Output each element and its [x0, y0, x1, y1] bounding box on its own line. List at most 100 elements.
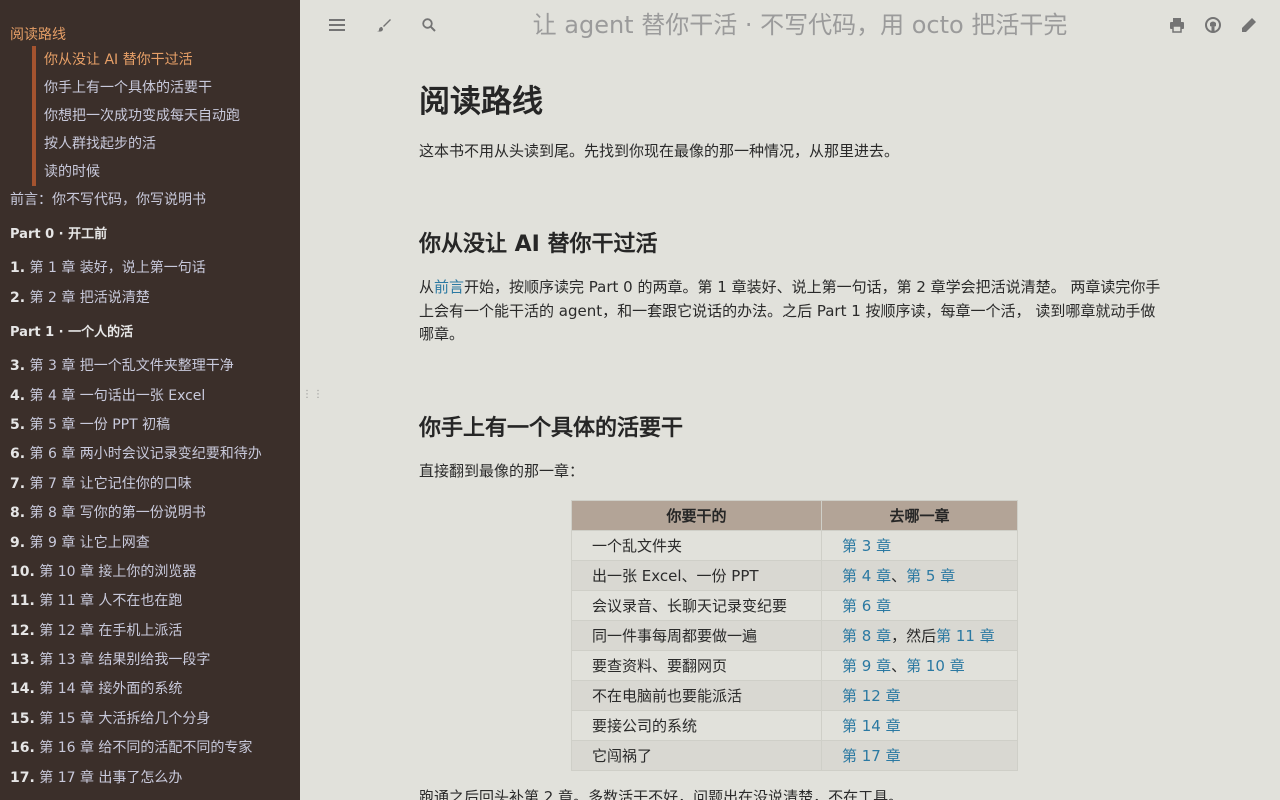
menu-icon[interactable] [324, 12, 350, 38]
sidebar-subitem[interactable]: 按人群找起步的活 [44, 130, 300, 158]
print-icon[interactable] [1164, 12, 1190, 38]
table-cell-chapter: 第 8 章，然后第 11 章 [821, 620, 1018, 651]
sidebar-item-chapter[interactable]: 1. 第 1 章 装好，说上第一句话 [10, 254, 300, 283]
chapter-title: 第 15 章 大活拆给几个分身 [39, 710, 211, 727]
chapter-link[interactable]: 第 6 章 [842, 597, 891, 615]
table-body: 一个乱文件夹第 3 章出一张 Excel、一份 PPT 第 4 章、第 5 章会议… [571, 530, 1018, 771]
chapter-title: 第 11 章 人不在也在跑 [39, 593, 183, 610]
chapter-link[interactable]: 第 12 章 [842, 687, 901, 705]
chapter-link[interactable]: 第 5 章 [906, 567, 955, 585]
sidebar-item-chapter[interactable]: 13. 第 13 章 结果别给我一段字 [10, 646, 300, 675]
chapter-title: 第 7 章 让它记住你的口味 [29, 475, 192, 492]
sidebar-item-chapter[interactable]: 4. 第 4 章 一句话出一张 Excel [10, 382, 300, 411]
sidebar-item-chapter[interactable]: 11. 第 11 章 人不在也在跑 [10, 587, 300, 616]
sidebar-item-chapter[interactable]: 12. 第 12 章 在手机上派活 [10, 617, 300, 646]
sidebar-item-chapter[interactable]: 9. 第 9 章 让它上网查 [10, 529, 300, 558]
chapter-title: 第 6 章 两小时会议记录变纪要和待办 [29, 446, 262, 463]
chapter-number: 4. [10, 387, 26, 404]
paintbrush-icon[interactable] [371, 12, 397, 38]
table-row: 它闯祸了 第 17 章 [571, 740, 1018, 771]
table-cell-task: 它闯祸了 [571, 740, 822, 771]
table-row: 会议录音、长聊天记录变纪要 第 6 章 [571, 590, 1018, 621]
chapter-title: 第 3 章 把一个乱文件夹整理干净 [29, 358, 234, 375]
section-heading-specific-task: 你手上有一个具体的活要干 [419, 416, 684, 441]
chapter-number: 16. [10, 740, 35, 757]
chapter-title: 第 10 章 接上你的浏览器 [39, 563, 197, 580]
edit-icon[interactable] [1236, 12, 1262, 38]
table-cell-task: 要查资料、要翻网页 [571, 650, 822, 681]
chapter-title: 第 2 章 把活说清楚 [29, 289, 150, 306]
chapter-number: 8. [10, 505, 26, 522]
link-preface[interactable]: 前言 [434, 278, 464, 296]
table-header-row: 你要干的 去哪一章 [571, 500, 1018, 531]
chapter-number: 15. [10, 710, 35, 727]
sidebar-subitem[interactable]: 你想把一次成功变成每天自动跑 [44, 102, 300, 130]
table-cell-chapter: 第 6 章 [821, 590, 1018, 621]
sidebar-item-active[interactable]: 阅读路线 [10, 26, 300, 44]
chapter-link[interactable]: 第 17 章 [842, 747, 901, 765]
chapter-title: 第 14 章 接外面的系统 [39, 681, 183, 698]
sidebar-subitem[interactable]: 你手上有一个具体的活要干 [44, 74, 300, 102]
chapter-number: 12. [10, 622, 35, 639]
table-row: 不在电脑前也要能派活 第 12 章 [571, 680, 1018, 711]
sidebar-item-chapter[interactable]: 7. 第 7 章 让它记住你的口味 [10, 470, 300, 499]
chapter-title: 第 8 章 写你的第一份说明书 [29, 505, 206, 522]
sidebar-item-chapter[interactable]: 6. 第 6 章 两小时会议记录变纪要和待办 [10, 440, 300, 469]
chapter-number: 1. [10, 260, 26, 277]
sidebar-subitem[interactable]: 读的时候 [44, 158, 300, 186]
sidebar-item-chapter[interactable]: 17. 第 17 章 出事了怎么办 [10, 764, 300, 793]
chapter-link[interactable]: 第 8 章 [842, 627, 891, 645]
sidebar-item-chapter[interactable]: 14. 第 14 章 接外面的系统 [10, 675, 300, 704]
table-row: 同一件事每周都要做一遍第 8 章，然后第 11 章 [571, 620, 1018, 651]
table-cell-chapter: 第 9 章、第 10 章 [821, 650, 1018, 681]
chapter-link[interactable]: 第 3 章 [842, 537, 891, 555]
section-paragraph-specific-task: 直接翻到最像的那一章： [419, 462, 585, 480]
sidebar: 阅读路线 你从没让 AI 替你干过活 你手上有一个具体的活要干 你想把一次成功变成每… [0, 0, 300, 800]
table-row: 要接公司的系统 第 14 章 [571, 710, 1018, 741]
sidebar-subitem[interactable]: 你从没让 AI 替你干过活 [44, 46, 300, 74]
sidebar-item-chapter[interactable]: 16. 第 16 章 给不同的活配不同的专家 [10, 734, 300, 763]
chapter-number: 17. [10, 769, 35, 786]
chapter-link[interactable]: 第 14 章 [842, 717, 901, 735]
chapter-number: 5. [10, 416, 26, 433]
link-separator: ，然后 [891, 627, 937, 645]
after-table-paragraph: 跑通之后回头补第 2 章。多数活干不好，问题出在没说清楚，不在工具。 [419, 788, 904, 800]
github-icon[interactable] [1200, 12, 1226, 38]
sidebar-item-chapter[interactable]: 8. 第 8 章 写你的第一份说明书 [10, 499, 300, 528]
table-cell-task: 出一张 Excel、一份 PPT [571, 560, 822, 591]
sidebar-resize-handle[interactable]: ⋮⋮ [302, 390, 323, 408]
chapter-number: 7. [10, 475, 26, 492]
table-cell-task: 要接公司的系统 [571, 710, 822, 741]
sidebar-item-chapter[interactable]: 3. 第 3 章 把一个乱文件夹整理干净 [10, 352, 300, 381]
paragraph-text: 开始，按顺序读完 Part 0 的两章。第 1 章装好、说上第一句话，第 2 章… [419, 278, 1161, 343]
chapter-number: 14. [10, 681, 35, 698]
table-cell-task: 不在电脑前也要能派活 [571, 680, 822, 711]
table-cell-chapter: 第 3 章 [821, 530, 1018, 561]
table-row: 出一张 Excel、一份 PPT 第 4 章、第 5 章 [571, 560, 1018, 591]
section-heading-newcomer: 你从没让 AI 替你干过活 [419, 232, 658, 257]
chapter-link[interactable]: 第 11 章 [936, 627, 995, 645]
chapter-number: 11. [10, 593, 35, 610]
chapter-link[interactable]: 第 10 章 [906, 657, 965, 675]
chapter-title: 第 4 章 一句话出一张 Excel [29, 387, 206, 404]
chapter-title: 第 16 章 给不同的活配不同的专家 [39, 740, 253, 757]
sidebar-item-preface[interactable]: 前言：你不写代码，你写说明书 [10, 186, 300, 215]
table-cell-chapter: 第 17 章 [821, 740, 1018, 771]
sidebar-item-chapter[interactable]: 5. 第 5 章 一份 PPT 初稿 [10, 411, 300, 440]
sidebar-chapters-part0: 1. 第 1 章 装好，说上第一句话 2. 第 2 章 把活说清楚 [10, 254, 300, 313]
chapter-number: 2. [10, 289, 26, 306]
intro-paragraph: 这本书不用从头读到尾。先找到你现在最像的那一种情况，从那里进去。 [419, 142, 900, 160]
chapter-number: 13. [10, 652, 35, 669]
chapter-link[interactable]: 第 4 章 [842, 567, 891, 585]
sidebar-item-chapter[interactable]: 10. 第 10 章 接上你的浏览器 [10, 558, 300, 587]
table-cell-task: 会议录音、长聊天记录变纪要 [571, 590, 822, 621]
sidebar-item-chapter[interactable]: 15. 第 15 章 大活拆给几个分身 [10, 705, 300, 734]
sidebar-item-chapter[interactable]: 2. 第 2 章 把活说清楚 [10, 284, 300, 313]
search-icon[interactable] [416, 12, 442, 38]
paragraph-text: 从 [419, 278, 435, 296]
chapter-number: 6. [10, 446, 26, 463]
sidebar-subsection-list: 你从没让 AI 替你干过活 你手上有一个具体的活要干 你想把一次成功变成每天自动跑按… [32, 46, 300, 186]
table-header-task: 你要干的 [571, 500, 822, 531]
table-cell-chapter: 第 12 章 [821, 680, 1018, 711]
chapter-link[interactable]: 第 9 章 [842, 657, 891, 675]
